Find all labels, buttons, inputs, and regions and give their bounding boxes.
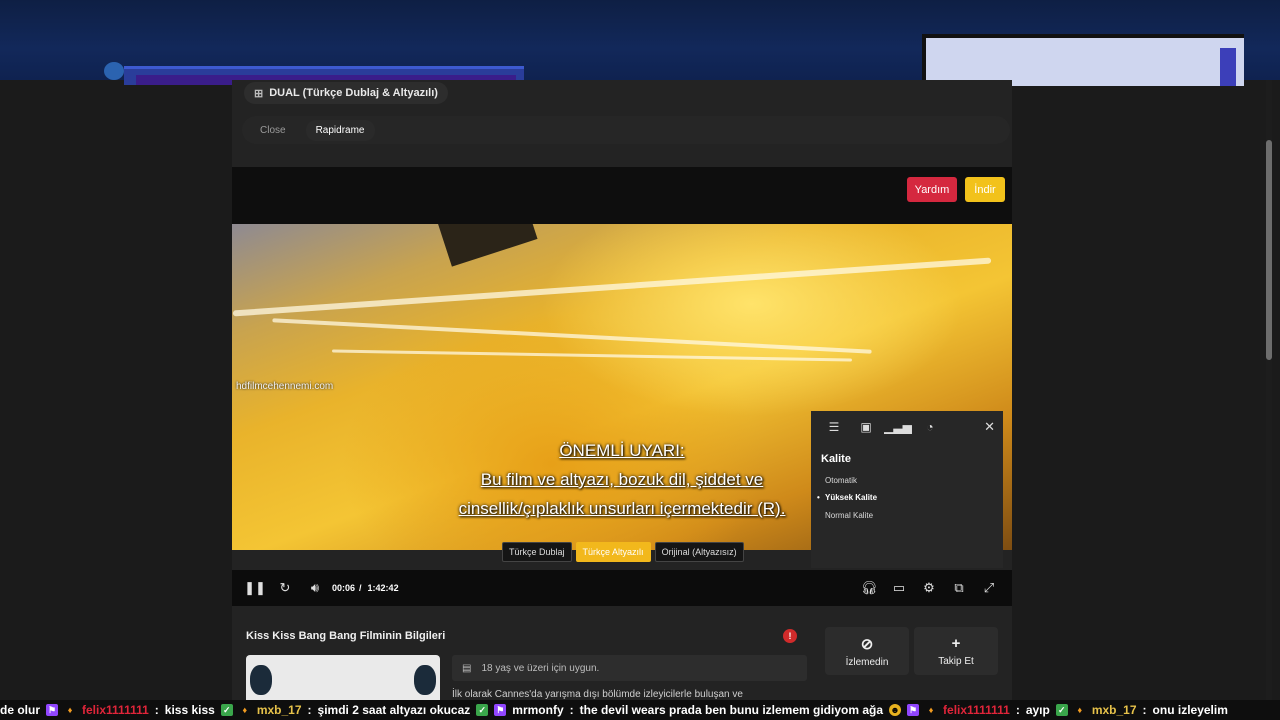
help-button[interactable]: Yardım — [907, 177, 957, 202]
chat-username[interactable]: mrmonfy — [512, 703, 563, 717]
stream-overlay-banner — [0, 0, 1280, 86]
alert-badge[interactable]: ! — [783, 629, 797, 643]
flame-badge-icon: ♦ — [1077, 705, 1083, 715]
video-scene-streak — [232, 257, 992, 317]
selected-bullet-icon: • — [817, 493, 820, 502]
mod-badge-icon: ✓ — [476, 704, 489, 716]
settings-gear-icon[interactable]: ⚙ — [914, 580, 944, 596]
chat-colon: : — [569, 703, 574, 717]
video-panel: ⊞ DUAL (Türkçe Dublaj & Altyazılı) Close… — [232, 80, 1012, 720]
video-scene-streak — [332, 349, 852, 362]
playback-speed-icon[interactable]: ◔ — [915, 420, 945, 434]
quality-option-normal[interactable]: Normal Kalite — [825, 511, 873, 520]
settings-menu: ☰ ▣ ▁▃▅ ◔ ✕ Kalite Otomatik • Yüksek Kali… — [811, 411, 1003, 568]
fullscreen-icon[interactable]: ⤢ — [974, 580, 1004, 596]
eye-off-icon: ⊘ — [860, 635, 874, 653]
follow-button[interactable]: + Takip Et — [914, 627, 998, 675]
pause-icon[interactable]: ❚❚ — [240, 580, 270, 596]
playlist-icon[interactable]: ☰ — [819, 420, 849, 434]
tab-close[interactable]: Close — [250, 120, 296, 141]
chat-message-text: the devil wears prada ben bunu izlemem g… — [579, 703, 884, 717]
sub-badge-icon: ⚑ — [907, 704, 920, 716]
scrollbar-thumb[interactable] — [1266, 140, 1272, 360]
chat-message-text: şimdi 2 saat altyazı okucaz — [317, 703, 471, 717]
rewind-icon[interactable]: ↻ — [270, 580, 300, 596]
time-total: 1:42:42 — [367, 583, 399, 593]
picture-in-picture-icon[interactable]: ⧉ — [944, 580, 974, 596]
video-scene-streak — [272, 318, 872, 354]
not-watched-button[interactable]: ⊘ İzlemedin — [825, 627, 909, 675]
quality-option-high[interactable]: • Yüksek Kalite — [817, 493, 878, 502]
poster-figure — [250, 665, 272, 695]
not-watched-label: İzlemedin — [845, 656, 889, 668]
subtitle-line: Bu film ve altyazı, bozuk dil, şiddet ve — [480, 470, 764, 489]
chat-message-text: onu izleyelim — [1152, 703, 1228, 717]
captions-icon[interactable]: ▣ — [851, 420, 881, 434]
chat-username[interactable]: felix1111111 — [82, 703, 149, 717]
close-icon[interactable]: ✕ — [984, 419, 995, 435]
subtitle-line: cinsellik/çıplaklık unsurları içermekted… — [458, 499, 786, 518]
time-current: 00:06 — [332, 583, 356, 593]
flame-badge-icon: ♦ — [928, 705, 934, 715]
download-button[interactable]: İndir — [965, 177, 1005, 202]
mod-badge-icon: ✓ — [220, 704, 233, 716]
quality-option-auto[interactable]: Otomatik — [825, 476, 857, 485]
chat-username[interactable]: mxb_17 — [1092, 703, 1137, 717]
chat-colon: : — [1015, 703, 1020, 717]
movie-description: İlk olarak Cannes'da yarışma dışı bölümd… — [452, 689, 743, 700]
chat-colon: : — [154, 703, 159, 717]
age-rating-text: 18 yaş ve üzeri için uygun. — [481, 662, 600, 674]
audio-option-original[interactable]: Orijinal (Altyazısız) — [654, 542, 744, 562]
chat-username[interactable]: felix1111111 — [943, 703, 1010, 717]
flame-badge-icon: ♦ — [242, 705, 248, 715]
page-scrollbar[interactable] — [1266, 80, 1272, 710]
language-pill-label: DUAL (Türkçe Dublaj & Altyazılı) — [269, 87, 438, 99]
player-header — [232, 167, 1012, 224]
emote-icon: ☻ — [889, 704, 902, 716]
sub-badge-icon: ⚑ — [46, 704, 59, 716]
audio-option-turkish-dub[interactable]: Türkçe Dublaj — [502, 542, 572, 562]
follow-label: Takip Et — [938, 656, 974, 667]
chat-username[interactable]: mxb_17 — [257, 703, 302, 717]
sub-badge-icon: ⚑ — [494, 704, 507, 716]
chat-message-text: ayıp — [1025, 703, 1050, 717]
quality-option-label: Yüksek Kalite — [825, 493, 878, 502]
subtitle-line: ÖNEMLİ UYARI: — [559, 441, 685, 460]
overlay-card — [922, 34, 1244, 86]
volume-icon[interactable]: 🔊︎ — [300, 580, 330, 596]
chat-message-text: kiss kiss — [164, 703, 215, 717]
age-rating-box: ▤ 18 yaş ve üzeri için uygun. — [452, 655, 807, 681]
settings-menu-tabs: ☰ ▣ ▁▃▅ ◔ ✕ — [811, 411, 1003, 443]
overlay-card-corner — [1220, 48, 1236, 86]
plus-icon: + — [951, 635, 961, 652]
language-pill[interactable]: ⊞ DUAL (Türkçe Dublaj & Altyazılı) — [244, 82, 448, 104]
flame-badge-icon: ♦ — [67, 705, 73, 715]
player-controls: ❚❚ ↻ 🔊︎ 00:06 / 1:42:42 🎧︎ ▭ ⚙ ⧉ ⤢ — [232, 570, 1012, 606]
movie-info-title: Kiss Kiss Bang Bang Filminin Bilgileri — [246, 630, 446, 642]
chat-message-text: de olur — [0, 703, 41, 717]
subtitle-text: ÖNEMLİ UYARI: Bu film ve altyazı, bozuk … — [412, 436, 832, 523]
video-scene-shape — [436, 224, 538, 267]
dual-audio-icon: ⊞ — [254, 87, 264, 100]
film-icon: ▤ — [462, 662, 472, 674]
overlay-decoration — [104, 62, 124, 80]
site-watermark: hdfilmcehennemi.com — [236, 381, 334, 392]
mod-badge-icon: ✓ — [1055, 704, 1068, 716]
chat-ticker: de olur ⚑ ♦ felix1111111 : kiss kiss ✓ ♦… — [0, 700, 1280, 720]
poster-figure — [414, 665, 436, 695]
tab-rapidrame[interactable]: Rapidrame — [305, 119, 375, 141]
quality-bars-icon[interactable]: ▁▃▅ — [883, 420, 913, 434]
source-tabs: Close Rapidrame — [242, 116, 1010, 144]
chat-colon: : — [307, 703, 312, 717]
settings-heading: Kalite — [821, 453, 851, 465]
chat-colon: : — [1142, 703, 1147, 717]
movie-poster[interactable] — [246, 655, 440, 700]
audio-track-icon[interactable]: 🎧︎ — [854, 580, 884, 596]
captions-icon[interactable]: ▭ — [884, 580, 914, 596]
audio-option-group: Türkçe Dublaj Türkçe Altyazılı Orijinal … — [502, 542, 744, 562]
audio-option-turkish-sub[interactable]: Türkçe Altyazılı — [575, 542, 651, 562]
time-separator: / — [359, 583, 362, 593]
